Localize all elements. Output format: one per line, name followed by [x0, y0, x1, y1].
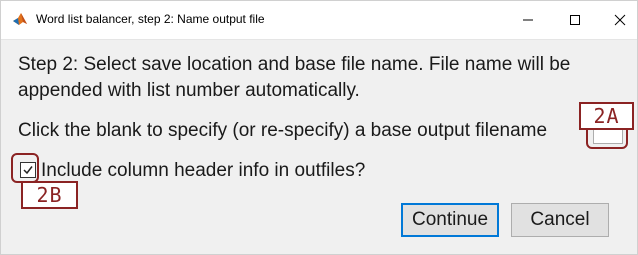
dialog-content: Step 2: Select save location and base fi…: [1, 40, 637, 254]
continue-button[interactable]: Continue: [401, 203, 499, 237]
window-title: Word list balancer, step 2: Name output …: [36, 12, 265, 26]
header-checkbox-label[interactable]: Include column header info in outfiles?: [41, 160, 365, 182]
matlab-icon: [12, 11, 28, 27]
close-icon: [614, 14, 626, 26]
minimize-button[interactable]: [506, 1, 550, 39]
cancel-button[interactable]: Cancel: [511, 203, 609, 237]
filename-prompt: Click the blank to specify (or re-specif…: [18, 120, 548, 141]
close-button[interactable]: [598, 1, 638, 39]
maximize-button[interactable]: [553, 1, 597, 39]
instruction-line-2: appended with list number automatically.: [18, 80, 360, 101]
minimize-icon: [523, 19, 533, 21]
dialog-window: Word list balancer, step 2: Name output …: [0, 0, 638, 255]
checkbox-callout-label: 2B: [21, 181, 78, 209]
maximize-icon: [570, 15, 580, 25]
title-bar: Word list balancer, step 2: Name output …: [1, 1, 637, 40]
checkbox-callout-box: [11, 153, 39, 183]
instruction-line-1: Step 2: Select save location and base fi…: [18, 54, 571, 75]
filename-callout-label: 2A: [579, 102, 634, 130]
